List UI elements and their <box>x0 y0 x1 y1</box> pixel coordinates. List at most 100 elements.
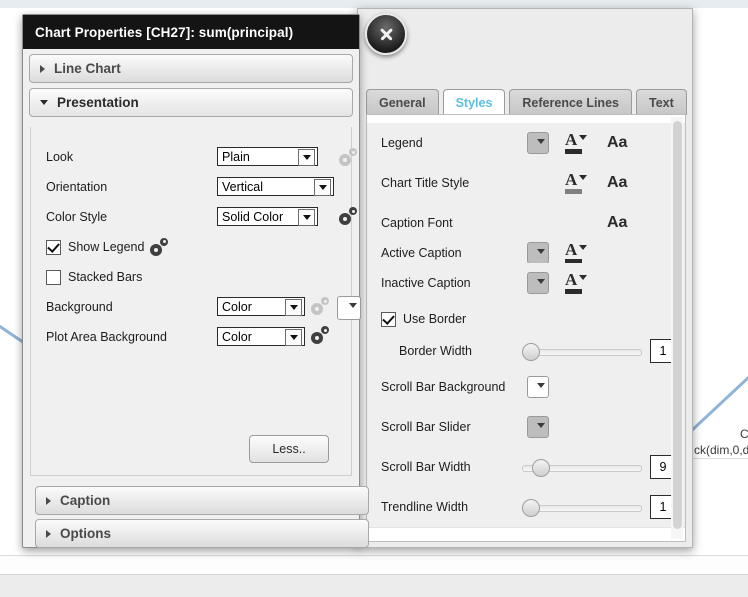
color-style-select[interactable]: Solid Color <box>217 207 318 226</box>
trendline-width-label: Trendline Width <box>381 500 469 514</box>
look-label: Look <box>46 150 74 164</box>
background-lower-area <box>0 556 748 574</box>
background-color-swatch-button[interactable] <box>337 296 361 320</box>
tab-text[interactable]: Text <box>635 89 687 115</box>
field-background: Background <box>46 297 206 317</box>
background-status-bar <box>0 574 748 597</box>
background-corner-letter: C <box>740 427 748 441</box>
background-label: Background <box>46 300 113 314</box>
styles-row-scroll-bar-slider: Scroll Bar Slider <box>367 407 685 448</box>
styles-row-trendline-width: Trendline Width 1 <box>367 487 685 528</box>
chevron-down-icon <box>40 100 48 105</box>
close-button[interactable] <box>365 13 407 55</box>
background-select-wrap[interactable]: Color <box>217 297 305 316</box>
section-caption[interactable]: Caption <box>35 486 369 515</box>
inactive-caption-label: Inactive Caption <box>381 276 471 290</box>
use-border-label: Use Border <box>403 312 467 326</box>
background-settings-gear-icon[interactable] <box>311 297 333 316</box>
scroll-bar-background-swatch-button[interactable] <box>527 376 549 398</box>
field-show-legend: Show Legend <box>46 237 172 257</box>
less-button-label: Less.. <box>272 442 306 456</box>
less-button[interactable]: Less.. <box>249 435 329 463</box>
plot-area-background-label: Plot Area Background <box>46 330 167 344</box>
inactive-caption-color-swatch-button[interactable] <box>527 272 549 294</box>
page-title: Chart Properties [CH27]: sum(principal) <box>35 24 294 40</box>
tab-general-label: General <box>379 95 426 110</box>
field-look: Look <box>46 147 206 167</box>
color-style-label: Color Style <box>46 210 108 224</box>
scroll-bar-width-slider[interactable] <box>522 459 642 477</box>
trendline-width-slider[interactable] <box>522 499 642 517</box>
caption-font-button[interactable]: Aa <box>607 214 627 232</box>
background-divider-2 <box>690 458 748 459</box>
tab-reference-lines[interactable]: Reference Lines <box>509 89 632 115</box>
tab-text-label: Text <box>648 95 674 110</box>
field-orientation: Orientation <box>46 177 206 197</box>
orientation-select[interactable]: Vertical <box>217 177 334 196</box>
styles-row-scroll-bar-width: Scroll Bar Width 9 <box>367 447 685 488</box>
styles-row-scroll-bar-background: Scroll Bar Background <box>367 367 685 408</box>
look-select-wrap[interactable]: Plain <box>217 147 318 166</box>
styles-row-use-border: Use Border <box>367 303 685 335</box>
legend-font-button[interactable]: Aa <box>607 134 627 152</box>
chevron-right-icon-options <box>46 529 51 538</box>
chevron-right-icon <box>40 64 45 73</box>
section-caption-label: Caption <box>60 493 111 508</box>
background-expression-label: ck(dim,0,d <box>694 443 748 457</box>
active-caption-font-color-icon[interactable]: A <box>565 240 591 265</box>
legend-font-color-icon[interactable]: A <box>565 130 591 155</box>
background-select[interactable]: Color <box>217 297 305 316</box>
stacked-bars-label: Stacked Bars <box>68 270 143 284</box>
look-settings-gear-icon[interactable] <box>339 148 361 167</box>
tab-reference-lines-label: Reference Lines <box>522 95 619 110</box>
border-width-slider[interactable] <box>522 343 642 361</box>
tab-general[interactable]: General <box>366 89 439 115</box>
presentation-settings-body: Look Plain Orientation Vertical Color St… <box>30 127 361 476</box>
inactive-caption-font-color-icon[interactable]: A <box>565 270 591 295</box>
orientation-label: Orientation <box>46 180 108 194</box>
chart-title-style-label: Chart Title Style <box>381 176 470 190</box>
color-style-select-wrap[interactable]: Solid Color <box>217 207 318 226</box>
orientation-select-wrap[interactable]: Vertical <box>217 177 334 196</box>
styles-settings-pane: Legend A Aa Chart Title Style A Aa Capti… <box>366 114 686 542</box>
section-options[interactable]: Options <box>35 519 369 548</box>
styles-row-chart-title-style: Chart Title Style A Aa <box>367 163 685 204</box>
chart-properties-dialog: Chart Properties [CH27]: sum(principal) … <box>22 13 407 548</box>
chart-properties-titlebar: Chart Properties [CH27]: sum(principal) <box>23 15 359 49</box>
tab-styles[interactable]: Styles <box>442 89 506 115</box>
styles-row-legend: Legend A Aa <box>367 123 685 164</box>
scroll-bar-width-label: Scroll Bar Width <box>381 460 471 474</box>
plot-area-background-settings-gear-icon[interactable] <box>311 326 333 345</box>
section-presentation-label: Presentation <box>57 95 139 110</box>
color-style-settings-gear-icon[interactable] <box>339 207 361 226</box>
active-caption-label: Active Caption <box>381 246 462 260</box>
show-legend-checkbox[interactable] <box>46 239 61 255</box>
styles-row-inactive-caption: Inactive Caption A <box>367 263 685 304</box>
chart-title-font-color-icon[interactable]: A <box>565 170 591 195</box>
styles-tabbar: General Styles Reference Lines Text <box>366 89 691 115</box>
background-chart-line-right <box>690 354 748 433</box>
styles-row-border-width: Border Width 1 <box>367 335 685 368</box>
scroll-bar-slider-swatch-button[interactable] <box>527 416 549 438</box>
use-border-checkbox[interactable] <box>381 311 396 327</box>
background-top-strip <box>0 0 748 8</box>
styles-pane-scrollbar-thumb[interactable] <box>673 121 682 529</box>
section-line-chart-label: Line Chart <box>54 61 121 76</box>
plot-area-background-select-wrap[interactable]: Color <box>217 327 305 346</box>
section-presentation[interactable]: Presentation <box>29 88 353 117</box>
tab-styles-label: Styles <box>455 95 493 110</box>
active-caption-color-swatch-button[interactable] <box>527 242 549 264</box>
stacked-bars-checkbox[interactable] <box>46 269 61 285</box>
scroll-bar-slider-label: Scroll Bar Slider <box>381 420 471 434</box>
scroll-bar-background-label: Scroll Bar Background <box>381 380 506 394</box>
field-plot-area-background: Plot Area Background <box>46 327 206 347</box>
section-line-chart[interactable]: Line Chart <box>29 54 353 83</box>
field-stacked-bars: Stacked Bars <box>46 267 142 287</box>
plot-area-background-select[interactable]: Color <box>217 327 305 346</box>
legend-color-swatch-button[interactable] <box>527 132 549 154</box>
look-select[interactable]: Plain <box>217 147 318 166</box>
chart-title-font-button[interactable]: Aa <box>607 174 627 192</box>
show-legend-settings-gear-icon[interactable] <box>150 237 172 257</box>
chart-styles-dialog: General Styles Reference Lines Text Lege… <box>357 8 693 548</box>
show-legend-label: Show Legend <box>68 240 145 254</box>
